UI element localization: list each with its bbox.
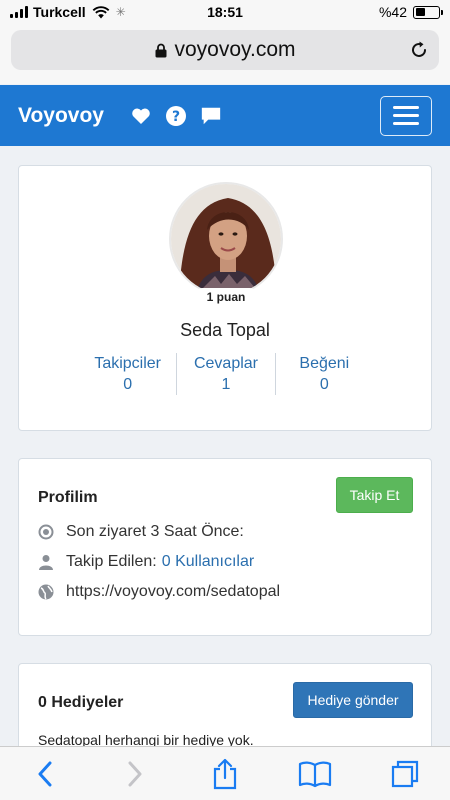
reload-icon[interactable] [409, 40, 429, 60]
brand-logo[interactable]: Voyovoy [18, 104, 104, 128]
user-name: Seda Topal [180, 320, 270, 340]
url-field[interactable]: voyovoy.com [11, 30, 439, 70]
stat-label: Cevaplar [193, 355, 258, 372]
chevron-left-icon [38, 761, 52, 786]
stat-value: 0 [123, 376, 133, 393]
globe-icon [38, 584, 54, 600]
following-row: Takip Edilen: 0 Kullanıcılar [38, 553, 254, 571]
wifi-icon [92, 5, 110, 18]
panel-title: Profilim [38, 489, 98, 506]
last-visit-text: Son ziyaret 3 Saat Önce: [66, 523, 244, 540]
back-button[interactable] [25, 754, 65, 794]
forward-button[interactable] [115, 754, 155, 794]
profile-stats: Takipciler 0 Cevaplar 1 Beğeni 0 [79, 353, 373, 395]
svg-text:?: ? [172, 109, 180, 125]
chevron-right-icon [128, 761, 142, 786]
stat-value: 1 [221, 376, 231, 393]
user-icon [38, 554, 54, 570]
chat-icon[interactable] [200, 105, 222, 127]
bookmarks-button[interactable] [295, 754, 335, 794]
heart-icon[interactable] [130, 105, 152, 127]
stat-value: 0 [319, 376, 329, 393]
share-button[interactable] [205, 754, 245, 794]
signal-strength-icon [10, 6, 28, 18]
follow-button[interactable]: Takip Et [336, 477, 413, 513]
stat-label: Beğeni [299, 355, 350, 372]
avatar[interactable] [169, 182, 283, 296]
profile-info-panel: Profilim Takip Et Son ziyaret 3 Saat Önc… [18, 458, 432, 636]
tabs-icon [391, 760, 419, 787]
carrier-name: Turkcell [33, 4, 86, 20]
menu-toggle-button[interactable] [380, 95, 432, 136]
site-navbar: Voyovoy ? [0, 85, 450, 146]
following-link[interactable]: 0 Kullanıcılar [162, 553, 255, 571]
stat-label: Takipciler [94, 355, 161, 372]
profile-url-row: https://voyovoy.com/sedatopal [38, 583, 280, 601]
following-label: Takip Edilen: [66, 553, 157, 570]
share-icon [213, 758, 237, 789]
book-icon [298, 761, 332, 787]
battery-percent: %42 [378, 4, 407, 20]
ios-status-bar: Turkcell ✳ 18:51 %42 [0, 0, 450, 24]
stat-answers[interactable]: Cevaplar 1 [176, 353, 274, 395]
loading-spinner-icon: ✳ [115, 5, 126, 19]
profile-card: 1 puan Seda Topal Takipciler 0 Cevaplar … [18, 165, 432, 431]
browser-toolbar [0, 746, 450, 800]
radio-dot-icon [38, 524, 54, 540]
last-visit-row: Son ziyaret 3 Saat Önce: [38, 523, 244, 541]
browser-address-bar: voyovoy.com [0, 24, 450, 84]
battery-icon [413, 5, 443, 19]
url-text: voyovoy.com [174, 38, 296, 61]
tabs-button[interactable] [385, 754, 425, 794]
question-icon[interactable]: ? [165, 105, 187, 127]
gifts-title: 0 Hediyeler [38, 694, 124, 711]
send-gift-button[interactable]: Hediye gönder [293, 682, 413, 718]
points-badge: 1 puan [193, 288, 259, 307]
stat-likes[interactable]: Beğeni 0 [274, 353, 373, 395]
lock-icon [155, 43, 166, 57]
stat-followers[interactable]: Takipciler 0 [79, 353, 176, 395]
profile-url[interactable]: https://voyovoy.com/sedatopal [66, 583, 280, 601]
